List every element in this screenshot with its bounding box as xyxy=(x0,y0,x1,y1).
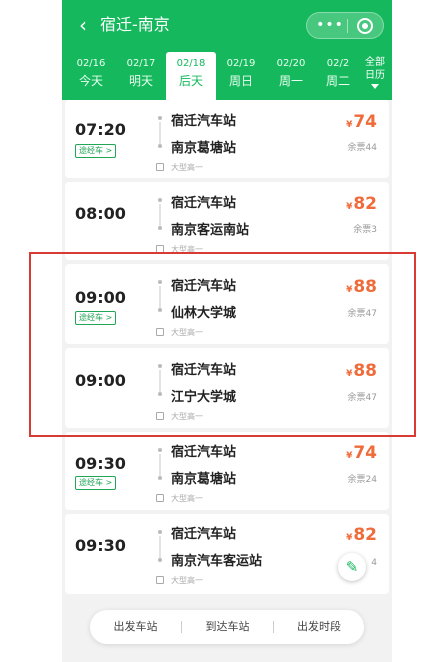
departure-time: 09:30 xyxy=(75,454,126,473)
bus-icon xyxy=(156,163,164,171)
date-tab-0220[interactable]: 02/20 周一 xyxy=(266,52,316,96)
date-tab-date: 02/20 xyxy=(276,58,306,69)
departure-time: 09:30 xyxy=(75,536,126,555)
date-tab-date: 02/19 xyxy=(226,58,256,69)
bus-icon xyxy=(156,494,164,502)
destination-dot xyxy=(158,144,162,148)
mini-program-capsule: ••• xyxy=(306,12,384,39)
via-bus-tag[interactable]: 途经车 > xyxy=(75,144,117,158)
price-value: 82 xyxy=(353,194,377,214)
all-dates-calendar-button[interactable]: 全部 日历 xyxy=(358,52,392,96)
edit-floating-button[interactable]: ✎ xyxy=(338,553,366,581)
date-tab-0217[interactable]: 02/17 明天 xyxy=(116,52,166,96)
bus-type: 大型高一 xyxy=(171,576,203,585)
currency-symbol: ¥ xyxy=(346,451,353,461)
tickets-remaining: 余票44 xyxy=(347,143,377,153)
date-tab-0216[interactable]: 02/16 今天 xyxy=(66,52,116,96)
destination-dot xyxy=(158,226,162,230)
ticket-price: ¥82 xyxy=(346,194,377,214)
triangle-down-icon xyxy=(371,84,379,89)
all-dates-label-1: 全部 xyxy=(365,57,385,68)
destination-station: 南京葛塘站 xyxy=(171,472,237,487)
destination-station: 南京葛塘站 xyxy=(171,141,237,156)
bus-icon xyxy=(156,576,164,584)
highlight-box xyxy=(29,252,416,437)
route-line xyxy=(159,122,161,144)
capsule-divider xyxy=(347,19,348,33)
origin-dot xyxy=(158,116,162,120)
trip-card[interactable]: 07:20 途经车 > 宿迁汽车站 南京葛塘站 大型高一 ¥74 余票44 xyxy=(65,100,389,178)
ticket-price: ¥82 xyxy=(346,525,377,545)
route-line xyxy=(159,536,161,558)
trip-card[interactable]: 09:30 途经车 > 宿迁汽车站 南京葛塘站 大型高一 ¥74 余票24 xyxy=(65,432,389,510)
destination-dot xyxy=(158,476,162,480)
currency-symbol: ¥ xyxy=(346,533,353,543)
date-tab-weekday: 周二 xyxy=(325,74,350,88)
price-value: 82 xyxy=(353,525,377,545)
departure-time: 08:00 xyxy=(75,204,126,223)
origin-station: 宿迁汽车站 xyxy=(171,196,237,211)
date-tab-0221[interactable]: 02/2 周二 xyxy=(316,52,360,96)
filter-departure-station[interactable]: 出发车站 xyxy=(90,610,181,644)
nav-bar: ‹ 宿迁-南京 ••• xyxy=(62,0,392,50)
bus-type: 大型高一 xyxy=(171,494,203,503)
origin-station: 宿迁汽车站 xyxy=(171,114,237,129)
trip-card[interactable]: 08:00 宿迁汽车站 南京客运南站 大型高一 ¥82 余票3 xyxy=(65,182,389,260)
tickets-remaining: 余票24 xyxy=(347,475,377,485)
edit-icon: ✎ xyxy=(345,558,359,576)
target-close-icon[interactable] xyxy=(357,18,373,34)
origin-station: 宿迁汽车站 xyxy=(171,527,237,542)
all-dates-label-2: 日历 xyxy=(365,70,385,81)
route-line xyxy=(159,454,161,476)
destination-dot xyxy=(158,558,162,562)
date-tab-weekday: 明天 xyxy=(128,74,153,88)
ticket-price: ¥74 xyxy=(346,443,377,463)
origin-station: 宿迁汽车站 xyxy=(171,445,237,460)
currency-symbol: ¥ xyxy=(346,202,353,212)
origin-dot xyxy=(158,530,162,534)
filter-bar: 出发车站 到达车站 出发时段 xyxy=(90,610,364,644)
date-tab-date: 02/16 xyxy=(76,58,106,69)
date-tab-weekday: 周日 xyxy=(228,74,253,88)
date-tab-weekday: 周一 xyxy=(278,74,303,88)
more-dots-icon[interactable]: ••• xyxy=(315,13,345,38)
via-bus-tag[interactable]: 途经车 > xyxy=(75,476,117,490)
origin-dot xyxy=(158,448,162,452)
destination-station: 南京汽车客运站 xyxy=(171,554,263,569)
chevron-left-icon[interactable]: ‹ xyxy=(72,13,94,37)
date-tab-weekday: 后天 xyxy=(178,74,203,88)
filter-departure-time[interactable]: 出发时段 xyxy=(274,610,364,644)
date-tab-date: 02/18 xyxy=(176,58,206,69)
filter-arrival-station[interactable]: 到达车站 xyxy=(182,610,273,644)
date-tab-0219[interactable]: 02/19 周日 xyxy=(216,52,266,96)
page-title: 宿迁-南京 xyxy=(100,15,170,34)
price-value: 74 xyxy=(353,443,377,463)
currency-symbol: ¥ xyxy=(346,120,353,130)
tickets-remaining: 4 xyxy=(371,558,377,568)
header: ‹ 宿迁-南京 ••• 02/16 今天 02/17 明天 02/18 后天 0… xyxy=(62,0,392,100)
date-tab-0218[interactable]: 02/18 后天 xyxy=(166,52,216,100)
route-line xyxy=(159,204,161,226)
bus-type: 大型高一 xyxy=(171,163,203,172)
date-tab-weekday: 今天 xyxy=(78,74,103,88)
origin-dot xyxy=(158,198,162,202)
departure-time: 07:20 xyxy=(75,120,126,139)
destination-station: 南京客运南站 xyxy=(171,223,250,238)
date-tab-date: 02/2 xyxy=(326,58,350,69)
price-value: 74 xyxy=(353,112,377,132)
ticket-price: ¥74 xyxy=(346,112,377,132)
date-tab-date: 02/17 xyxy=(126,58,156,69)
tickets-remaining: 余票3 xyxy=(353,225,377,235)
